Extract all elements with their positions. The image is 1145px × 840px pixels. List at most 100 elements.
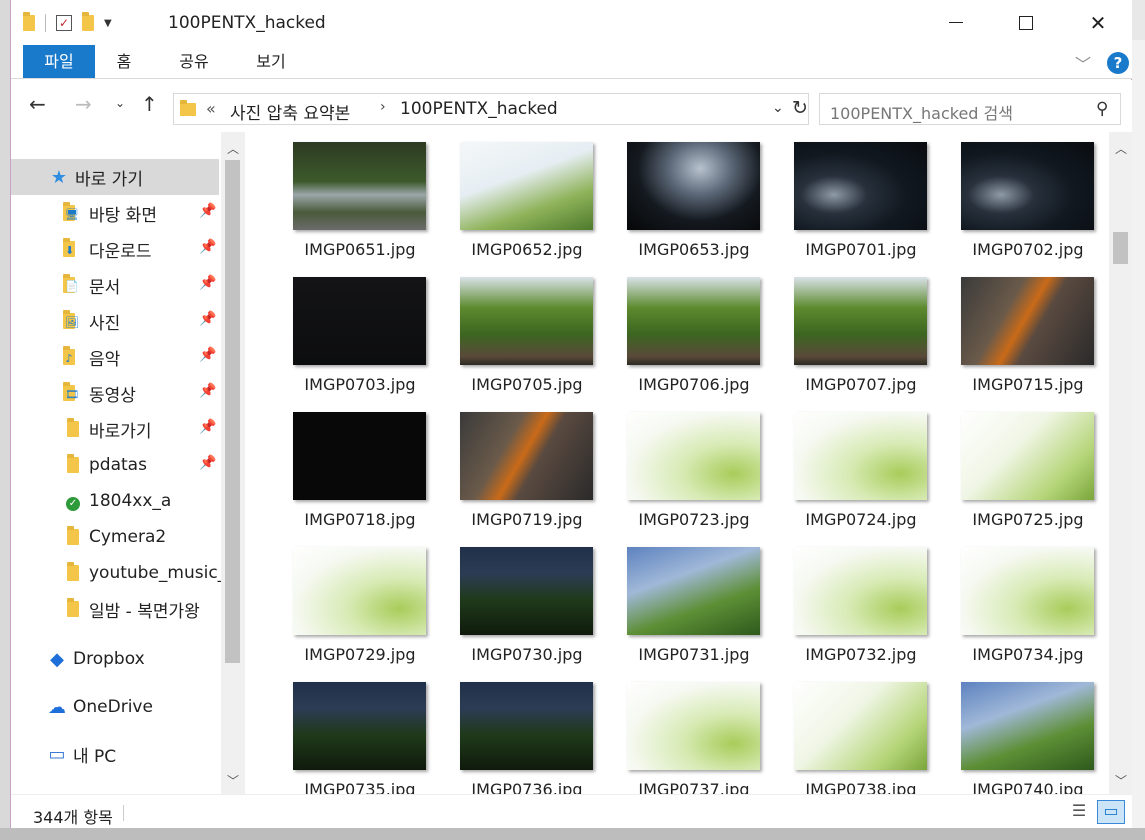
tab-share[interactable]: 공유 <box>169 45 219 78</box>
file-thumbnail[interactable] <box>961 547 1094 635</box>
sidebar-item-folder[interactable]: youtube_music_ <box>11 555 221 591</box>
file-thumbnail[interactable] <box>794 142 927 230</box>
file-item[interactable]: IMGP0651.jpg <box>255 132 426 267</box>
file-thumbnail[interactable] <box>794 547 927 635</box>
file-item[interactable]: IMGP0653.jpg <box>589 132 760 267</box>
pin-icon[interactable]: 📌 <box>199 455 216 471</box>
navigation-pane-scrollbar[interactable]: ︿ ﹀ <box>221 132 245 794</box>
breadcrumb-separator-icon[interactable]: › <box>380 99 386 115</box>
file-item[interactable]: IMGP0701.jpg <box>756 132 927 267</box>
pin-icon[interactable]: 📌 <box>199 275 216 291</box>
new-folder-icon[interactable] <box>82 12 94 31</box>
large-icons-view-icon[interactable]: ▭ <box>1097 800 1125 824</box>
file-item[interactable]: IMGP0735.jpg <box>255 672 426 794</box>
sidebar-item-music-folder[interactable]: ♪ 음악 📌 <box>11 339 221 375</box>
file-item[interactable]: IMGP0730.jpg <box>422 537 593 672</box>
file-item[interactable]: IMGP0718.jpg <box>255 402 426 537</box>
minimize-button[interactable] <box>921 0 991 45</box>
refresh-icon[interactable]: ↻ <box>792 97 808 119</box>
file-item[interactable]: IMGP0652.jpg <box>422 132 593 267</box>
pin-icon[interactable]: 📌 <box>199 239 216 255</box>
file-item[interactable]: IMGP0723.jpg <box>589 402 760 537</box>
address-bar[interactable]: « 사진 압축 요약본 › 100PENTX_hacked ⌄ ↻ <box>173 93 809 125</box>
tab-home[interactable]: 홈 <box>105 45 143 78</box>
pin-icon[interactable]: 📌 <box>199 311 216 327</box>
scroll-down-arrow-icon[interactable]: ﹀ <box>227 772 239 789</box>
file-item[interactable]: IMGP0705.jpg <box>422 267 593 402</box>
file-item[interactable]: IMGP0731.jpg <box>589 537 760 672</box>
scroll-up-arrow-icon[interactable]: ︿ <box>1115 140 1127 157</box>
file-thumbnail[interactable] <box>460 547 593 635</box>
file-item[interactable]: IMGP0725.jpg <box>923 402 1094 537</box>
breadcrumb-parent[interactable]: 사진 압축 요약본 <box>230 99 350 124</box>
details-view-icon[interactable]: ☰ <box>1067 801 1091 823</box>
file-thumbnail[interactable] <box>460 682 593 770</box>
file-item[interactable]: IMGP0729.jpg <box>255 537 426 672</box>
file-item[interactable]: IMGP0738.jpg <box>756 672 927 794</box>
forward-arrow-icon[interactable]: → <box>75 92 92 116</box>
file-thumbnail[interactable] <box>627 682 760 770</box>
sidebar-item-folder[interactable]: Cymera2 <box>11 519 221 555</box>
sidebar-item-synced-folder[interactable]: ✓ 1804xx_a <box>11 483 221 519</box>
tab-file[interactable]: 파일 <box>23 45 95 78</box>
file-item[interactable]: IMGP0734.jpg <box>923 537 1094 672</box>
pin-icon[interactable]: 📌 <box>199 347 216 363</box>
scrollbar-thumb[interactable] <box>225 160 240 663</box>
file-thumbnail[interactable] <box>627 547 760 635</box>
scroll-up-arrow-icon[interactable]: ︿ <box>227 140 239 157</box>
title-bar[interactable]: ✓ ▼ 100PENTX_hacked ✕ <box>11 0 1132 45</box>
file-item[interactable]: IMGP0719.jpg <box>422 402 593 537</box>
file-thumbnail[interactable] <box>460 142 593 230</box>
sidebar-item-desktop-folder[interactable]: 🖥 바탕 화면 📌 <box>11 195 221 231</box>
sidebar-item-pictures-folder[interactable]: 🖼 사진 📌 <box>11 303 221 339</box>
sidebar-item-folder[interactable]: 바로가기 📌 <box>11 411 221 447</box>
help-button[interactable]: ? <box>1107 52 1129 74</box>
file-thumbnail[interactable] <box>794 277 927 365</box>
close-button[interactable]: ✕ <box>1063 0 1133 45</box>
file-item[interactable]: IMGP0732.jpg <box>756 537 927 672</box>
customize-toolbar-chevron-icon[interactable]: ▼ <box>104 18 112 29</box>
pin-icon[interactable]: 📌 <box>199 419 216 435</box>
breadcrumb-overflow[interactable]: « <box>206 99 216 118</box>
address-history-chevron-icon[interactable]: ⌄ <box>772 100 784 116</box>
sidebar-item-videos-folder[interactable]: 🎞 동영상 📌 <box>11 375 221 411</box>
file-thumbnail[interactable] <box>961 142 1094 230</box>
breadcrumb-current[interactable]: 100PENTX_hacked <box>400 99 558 119</box>
file-thumbnail[interactable] <box>293 412 426 500</box>
sidebar-item-downloads-folder[interactable]: ⬇ 다운로드 📌 <box>11 231 221 267</box>
file-view-scrollbar[interactable]: ︿ ﹀ <box>1109 132 1132 794</box>
file-item[interactable]: IMGP0702.jpg <box>923 132 1094 267</box>
file-thumbnail[interactable] <box>794 682 927 770</box>
scrollbar-thumb[interactable] <box>1113 232 1128 264</box>
file-thumbnail[interactable] <box>293 682 426 770</box>
file-thumbnail[interactable] <box>961 277 1094 365</box>
expand-ribbon-chevron-icon[interactable]: ﹀ <box>1075 51 1091 75</box>
file-thumbnail[interactable] <box>460 412 593 500</box>
file-thumbnail[interactable] <box>961 412 1094 500</box>
sidebar-item-dropbox[interactable]: ◆ Dropbox <box>11 641 221 677</box>
sidebar-item-folder[interactable]: 일밤 - 복면가왕 <box>11 591 221 627</box>
sidebar-item-onedrive[interactable]: ☁ OneDrive <box>11 689 221 725</box>
file-item[interactable]: IMGP0703.jpg <box>255 267 426 402</box>
file-thumbnail[interactable] <box>460 277 593 365</box>
search-input[interactable]: 100PENTX_hacked 검색 ⚲ <box>819 93 1121 125</box>
back-arrow-icon[interactable]: ← <box>29 92 46 116</box>
file-thumbnail[interactable] <box>627 412 760 500</box>
sidebar-item-documents-folder[interactable]: 📄 문서 📌 <box>11 267 221 303</box>
pin-icon[interactable]: 📌 <box>199 383 216 399</box>
maximize-button[interactable] <box>991 0 1061 45</box>
up-arrow-icon[interactable]: ↑ <box>141 92 158 116</box>
file-thumbnail[interactable] <box>961 682 1094 770</box>
pin-icon[interactable]: 📌 <box>199 203 216 219</box>
tab-view[interactable]: 보기 <box>246 45 296 78</box>
scroll-down-arrow-icon[interactable]: ﹀ <box>1115 772 1127 789</box>
file-item[interactable]: IMGP0737.jpg <box>589 672 760 794</box>
file-item[interactable]: IMGP0715.jpg <box>923 267 1094 402</box>
file-item[interactable]: IMGP0707.jpg <box>756 267 927 402</box>
sidebar-item-quick-access[interactable]: ★ 바로 가기 <box>11 159 219 195</box>
file-item[interactable]: IMGP0736.jpg <box>422 672 593 794</box>
file-thumbnail[interactable] <box>627 142 760 230</box>
sidebar-item-this-pc[interactable]: ▭ 내 PC <box>11 736 221 772</box>
recent-locations-chevron-icon[interactable]: ⌄ <box>115 96 125 110</box>
file-thumbnail[interactable] <box>293 142 426 230</box>
